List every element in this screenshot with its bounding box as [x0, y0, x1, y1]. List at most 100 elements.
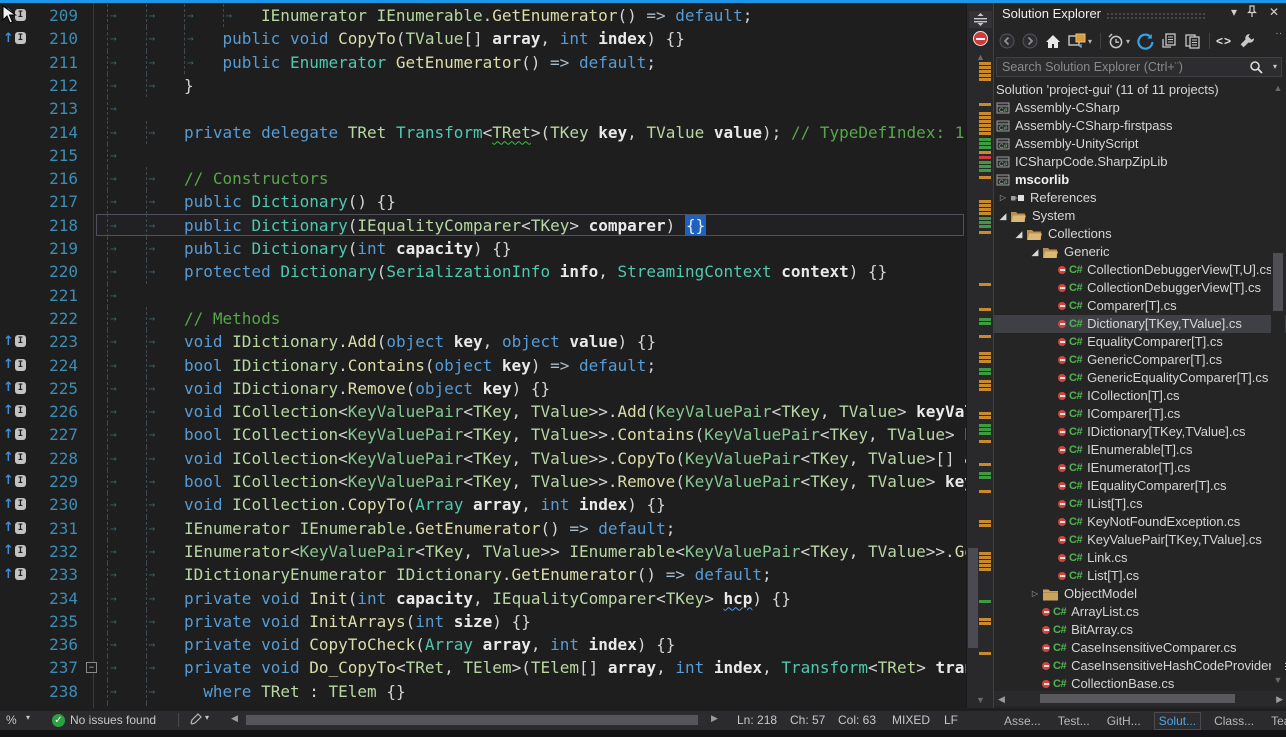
code-line-233[interactable]: ↑I233→→IDictionaryEnumerator IDictionary…: [0, 563, 966, 586]
tree-item-ienumerator-t-cs[interactable]: C#IEnumerator[T].cs: [994, 459, 1286, 477]
code-line-234[interactable]: 234→→private void Init(int capacity, IEq…: [0, 587, 966, 610]
status-line-ending[interactable]: LF: [944, 713, 958, 727]
code-line-214[interactable]: 214→→private delegate TRet Transform<TRe…: [0, 121, 966, 144]
code-line-210[interactable]: ↑I210→→→public void CopyTo(TValue[] arra…: [0, 27, 966, 50]
tool-window-tab-solut[interactable]: Solut...: [1154, 712, 1201, 730]
tree-item-bitarray-cs[interactable]: C#BitArray.cs: [994, 621, 1286, 639]
editor-vertical-scrollbar[interactable]: ▲ ▼: [966, 0, 993, 708]
tree-item-assembly-csharp[interactable]: C#Assembly-CSharp: [994, 99, 1286, 117]
code-line-218[interactable]: 218→→public Dictionary(IEqualityComparer…: [0, 214, 966, 237]
tree-item-ienumerable-t-cs[interactable]: C#IEnumerable[T].cs: [994, 441, 1286, 459]
implements-member-gutter-icon[interactable]: ↑I: [3, 496, 26, 512]
tree-item-link-cs[interactable]: C#Link.cs: [994, 549, 1286, 567]
status-character[interactable]: Ch: 57: [790, 713, 825, 727]
code-line-213[interactable]: 213→: [0, 97, 966, 120]
tree-item-dictionary-tkey-tvalue-cs[interactable]: C#Dictionary[TKey,TValue].cs: [994, 315, 1286, 333]
scroll-up-arrow-icon[interactable]: ▲: [967, 52, 994, 62]
code-line-219[interactable]: 219→→public Dictionary(int capacity) {}: [0, 237, 966, 260]
implements-member-gutter-icon[interactable]: ↑I: [3, 426, 26, 442]
tree-hscrollbar-thumb[interactable]: [1040, 694, 1235, 703]
scroll-down-arrow-icon[interactable]: ▼: [967, 695, 994, 705]
code-line-223[interactable]: ↑I223→→void IDictionary.Add(object key, …: [0, 330, 966, 353]
tree-scroll-left-icon[interactable]: ◀: [998, 694, 1005, 705]
implements-member-gutter-icon[interactable]: ↑I: [3, 357, 26, 373]
expander-expanded-icon[interactable]: ◢: [996, 207, 1010, 225]
implements-member-gutter-icon[interactable]: ↑I: [3, 30, 26, 46]
code-line-237[interactable]: 237→→private void Do_CopyTo<TRet, TElem>…: [0, 656, 966, 679]
code-line-221[interactable]: 221→: [0, 284, 966, 307]
collapse-all-icon[interactable]: [1161, 32, 1177, 50]
tree-item-arraylist-cs[interactable]: C#ArrayList.cs: [994, 603, 1286, 621]
switch-views-icon[interactable]: ▾: [1068, 32, 1092, 50]
view-code-icon[interactable]: <>: [1216, 32, 1232, 50]
status-column[interactable]: Col: 63: [838, 713, 876, 727]
back-icon[interactable]: [999, 32, 1015, 50]
tree-item-icollection-t-cs[interactable]: C#ICollection[T].cs: [994, 387, 1286, 405]
zoom-control[interactable]: %: [6, 713, 17, 727]
editor-scrollbar-thumb[interactable]: [968, 548, 978, 648]
expander-expanded-icon[interactable]: ◢: [1012, 225, 1026, 243]
implements-member-gutter-icon[interactable]: ↑I: [3, 520, 26, 536]
tree-item-collectionbase-cs[interactable]: C#CollectionBase.cs: [994, 675, 1286, 691]
hscroll-left-icon[interactable]: ◀: [231, 713, 238, 724]
hscroll-right-icon[interactable]: ▶: [711, 713, 718, 724]
tree-scroll-up-icon[interactable]: ▲: [1271, 83, 1285, 93]
tree-item-caseinsensitivehashcodeprovider-cs[interactable]: C#CaseInsensitiveHashCodeProvider.cs: [994, 657, 1286, 675]
code-line-227[interactable]: ↑I227→→bool ICollection<KeyValuePair<TKe…: [0, 423, 966, 446]
tree-item-equalitycomparer-t-cs[interactable]: C#EqualityComparer[T].cs: [994, 333, 1286, 351]
tree-item-collectiondebuggerview-t-cs[interactable]: C#CollectionDebuggerView[T].cs: [994, 279, 1286, 297]
tool-window-tab-class[interactable]: Class...: [1210, 713, 1258, 729]
search-icon[interactable]: [1249, 60, 1263, 74]
show-all-files-icon[interactable]: [1184, 32, 1201, 50]
brush-caret-icon[interactable]: ▾: [205, 713, 209, 722]
code-line-231[interactable]: ↑I231→→IEnumerator IEnumerable.GetEnumer…: [0, 517, 966, 540]
editor-splitter-handle[interactable]: [969, 11, 992, 28]
tree-item-keyvaluepair-tkey-tvalue-cs[interactable]: C#KeyValuePair[TKey,TValue].cs: [994, 531, 1286, 549]
tool-window-tab-gith[interactable]: GitH...: [1103, 713, 1145, 729]
implements-member-gutter-icon[interactable]: ↑I: [3, 543, 26, 559]
panel-drag-grip[interactable]: [1106, 12, 1206, 19]
code-line-226[interactable]: ↑I226→→void ICollection<KeyValuePair<TKe…: [0, 400, 966, 423]
implements-member-gutter-icon[interactable]: ↑I: [3, 403, 26, 419]
code-line-215[interactable]: 215→: [0, 144, 966, 167]
code-line-232[interactable]: ↑I232→→IEnumerator<KeyValuePair<TKey, TV…: [0, 540, 966, 563]
tree-vertical-scrollbar[interactable]: ▲ ▼: [1271, 81, 1285, 689]
code-line-239[interactable]: 239→→private static KeyValuePair<TKey, T…: [0, 703, 966, 708]
code-line-235[interactable]: 235→→private void InitArrays(int size) {…: [0, 610, 966, 633]
expander-collapsed-icon[interactable]: ▷: [996, 189, 1010, 207]
code-line-211[interactable]: 211→→→public Enumerator GetEnumerator() …: [0, 51, 966, 74]
implements-member-gutter-icon[interactable]: ↑I: [3, 380, 26, 396]
editor-hscrollbar-thumb[interactable]: [246, 715, 698, 725]
tree-item-caseinsensitivecomparer-cs[interactable]: C#CaseInsensitiveComparer.cs: [994, 639, 1286, 657]
close-icon[interactable]: ✕: [1266, 5, 1282, 19]
fold-collapse-button[interactable]: −: [86, 662, 97, 673]
code-line-209[interactable]: ↑I209→→→→IEnumerator IEnumerable.GetEnum…: [0, 4, 966, 27]
editor-horizontal-scrollbar[interactable]: [244, 714, 706, 726]
code-line-225[interactable]: ↑I225→→void IDictionary.Remove(object ke…: [0, 377, 966, 400]
code-line-229[interactable]: ↑I229→→bool ICollection<KeyValuePair<TKe…: [0, 470, 966, 493]
tree-scroll-right-icon[interactable]: ▶: [1276, 694, 1283, 705]
code-line-220[interactable]: 220→→protected Dictionary(SerializationI…: [0, 260, 966, 283]
forward-icon[interactable]: [1022, 32, 1038, 50]
tree-item-keynotfoundexception-cs[interactable]: C#KeyNotFoundException.cs: [994, 513, 1286, 531]
tree-item-references[interactable]: ▷References: [994, 189, 1286, 207]
tree-item-assembly-unityscript[interactable]: C#Assembly-UnityScript: [994, 135, 1286, 153]
tree-item-objectmodel[interactable]: ▷ObjectModel: [994, 585, 1286, 603]
sync-with-active-document-icon[interactable]: [1137, 32, 1154, 50]
solution-explorer-titlebar[interactable]: Solution Explorer ▾ ✕: [994, 3, 1286, 25]
code-line-224[interactable]: ↑I224→→bool IDictionary.Contains(object …: [0, 354, 966, 377]
tool-window-tab-test[interactable]: Test...: [1054, 713, 1094, 729]
window-position-caret-icon[interactable]: ▾: [1226, 5, 1242, 19]
tree-scrollbar-thumb[interactable]: [1273, 253, 1283, 311]
tree-item-genericcomparer-t-cs[interactable]: C#GenericComparer[T].cs: [994, 351, 1286, 369]
home-icon[interactable]: [1045, 32, 1061, 50]
implements-member-gutter-icon[interactable]: ↑I: [3, 473, 26, 489]
properties-icon[interactable]: [1239, 32, 1255, 50]
issues-status[interactable]: No issues found: [70, 713, 156, 727]
implements-member-gutter-icon[interactable]: ↑I: [3, 333, 26, 349]
tool-window-tab-asse[interactable]: Asse...: [1000, 713, 1045, 729]
tree-item-genericequalitycomparer-t-cs[interactable]: C#GenericEqualityComparer[T].cs: [994, 369, 1286, 387]
file-analysis-error-indicator[interactable]: [973, 31, 988, 46]
highlight-brush-icon[interactable]: [189, 713, 202, 726]
code-line-236[interactable]: 236→→private void CopyToCheck(Array arra…: [0, 633, 966, 656]
